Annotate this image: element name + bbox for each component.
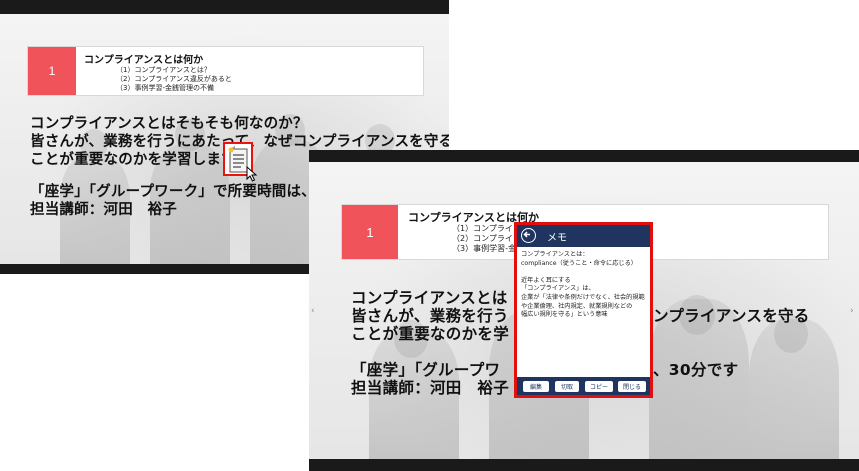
intro-line-3: ことが重要なのかを学習します。: [30, 152, 250, 168]
intro-line-2b: ンプライアンスを守る: [653, 307, 810, 325]
cut-button[interactable]: 切取: [555, 381, 579, 392]
edit-button[interactable]: 編集: [523, 381, 549, 392]
memo-line: や企業倫理、社内規定、就業規則などの: [521, 302, 633, 310]
info-line-2: 担当講師：河田 裕子: [30, 202, 177, 218]
section-title: コンプライアンスとは何か: [84, 55, 204, 66]
memo-line: 「コンプライアンス」は、: [521, 285, 595, 293]
toc-item-3: （3）事例学習-金: [452, 244, 516, 253]
close-button[interactable]: 閉じる: [618, 381, 646, 392]
info-line-1b: 、30分です: [653, 361, 739, 379]
section-number: 1: [342, 205, 398, 259]
intro-line-3: ことが重要なのかを学: [351, 325, 510, 343]
info-line-2: 担当講師：河田 裕子: [351, 379, 510, 397]
memo-line: 企業が「法律や条例だけでなく、社会的規範: [521, 293, 645, 301]
memo-line: compliance（従うこと・命令に応じる）: [521, 259, 637, 267]
toc-box: 1 コンプライアンスとは何か （1）コンプライアンスとは？ （2）コンプライアン…: [27, 46, 424, 96]
memo-textarea[interactable]: コンプライアンスとは： compliance（従うこと・命令に応じる） 近年よく…: [521, 251, 646, 320]
memo-line: 幅広い規則を守る」という意味: [521, 311, 608, 319]
back-arrow-icon[interactable]: [521, 228, 536, 243]
memo-line: コンプライアンスとは：: [521, 251, 589, 258]
memo-line: [521, 268, 646, 277]
memo-header: メモ: [517, 225, 650, 247]
mouse-cursor-icon: [246, 166, 258, 182]
memo-panel: メモ コンプライアンスとは： compliance（従うこと・命令に応じる） 近…: [514, 222, 653, 398]
memo-title: メモ: [547, 233, 567, 244]
memo-toolbar: 編集 切取 コピー 閉じる: [517, 377, 650, 395]
next-slide-icon[interactable]: ›: [850, 306, 854, 316]
copy-button[interactable]: コピー: [585, 381, 613, 392]
section-number: 1: [28, 47, 76, 95]
toc-item-3: （3）事例学習-金銭管理の不備: [116, 84, 214, 92]
memo-line: 近年よく耳にする: [521, 276, 571, 284]
prev-slide-icon[interactable]: ‹: [311, 306, 315, 316]
